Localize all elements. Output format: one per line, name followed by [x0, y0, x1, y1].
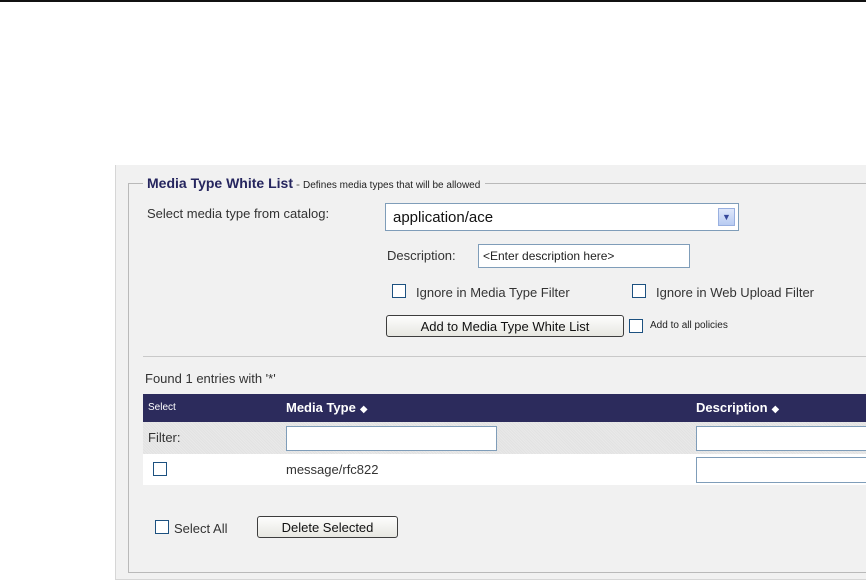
description-filter-input[interactable] — [696, 426, 866, 451]
delete-selected-button[interactable]: Delete Selected — [257, 516, 398, 538]
chevron-down-icon[interactable]: ▼ — [718, 208, 735, 226]
table-header: Select Media Type ◆ Description ◆ — [143, 394, 866, 422]
catalog-label: Select media type from catalog: — [147, 206, 330, 221]
section-divider — [143, 356, 866, 357]
row-select-checkbox[interactable] — [153, 462, 167, 476]
section-title: Media Type White List — [147, 175, 293, 191]
media-type-select[interactable]: application/ace ▼ — [385, 203, 739, 231]
column-media-type[interactable]: Media Type ◆ — [286, 394, 368, 422]
media-type-filter-input[interactable] — [286, 426, 497, 451]
column-description-label: Description — [696, 400, 768, 415]
column-media-type-label: Media Type — [286, 400, 356, 415]
section-legend: Media Type White List - Defines media type… — [143, 174, 486, 195]
add-to-all-policies-checkbox[interactable] — [629, 319, 643, 333]
sort-icon[interactable]: ◆ — [768, 404, 780, 415]
ignore-upload-filter-checkbox[interactable] — [632, 284, 646, 298]
fieldset-border-left — [128, 183, 129, 573]
section-separator: - — [295, 177, 300, 191]
select-all-label: Select All — [174, 521, 228, 536]
table-row: message/rfc822 — [143, 454, 866, 485]
sort-icon[interactable]: ◆ — [356, 404, 368, 415]
column-select: Select — [148, 402, 176, 413]
ignore-media-filter-checkbox[interactable] — [392, 284, 406, 298]
description-input[interactable]: <Enter description here> — [478, 244, 690, 268]
select-all-checkbox[interactable] — [155, 520, 169, 534]
add-to-all-policies-label: Add to all policies — [650, 320, 728, 331]
row-media-type: message/rfc822 — [286, 462, 379, 477]
ignore-media-filter-label: Ignore in Media Type Filter — [416, 285, 570, 300]
section-subtitle: Defines media types that will be allowed — [302, 180, 481, 191]
media-type-select-value: application/ace — [393, 209, 494, 226]
ignore-upload-filter-label: Ignore in Web Upload Filter — [656, 285, 815, 300]
filter-label: Filter: — [148, 430, 181, 445]
description-label: Description: — [387, 248, 456, 263]
column-description[interactable]: Description ◆ — [696, 394, 779, 422]
add-to-white-list-button[interactable]: Add to Media Type White List — [386, 315, 624, 337]
row-description-input[interactable] — [696, 457, 866, 483]
fieldset-border-bottom — [128, 572, 866, 573]
filter-row: Filter: — [143, 422, 866, 454]
top-rule — [0, 0, 866, 2]
results-summary: Found 1 entries with '*' — [145, 371, 276, 386]
